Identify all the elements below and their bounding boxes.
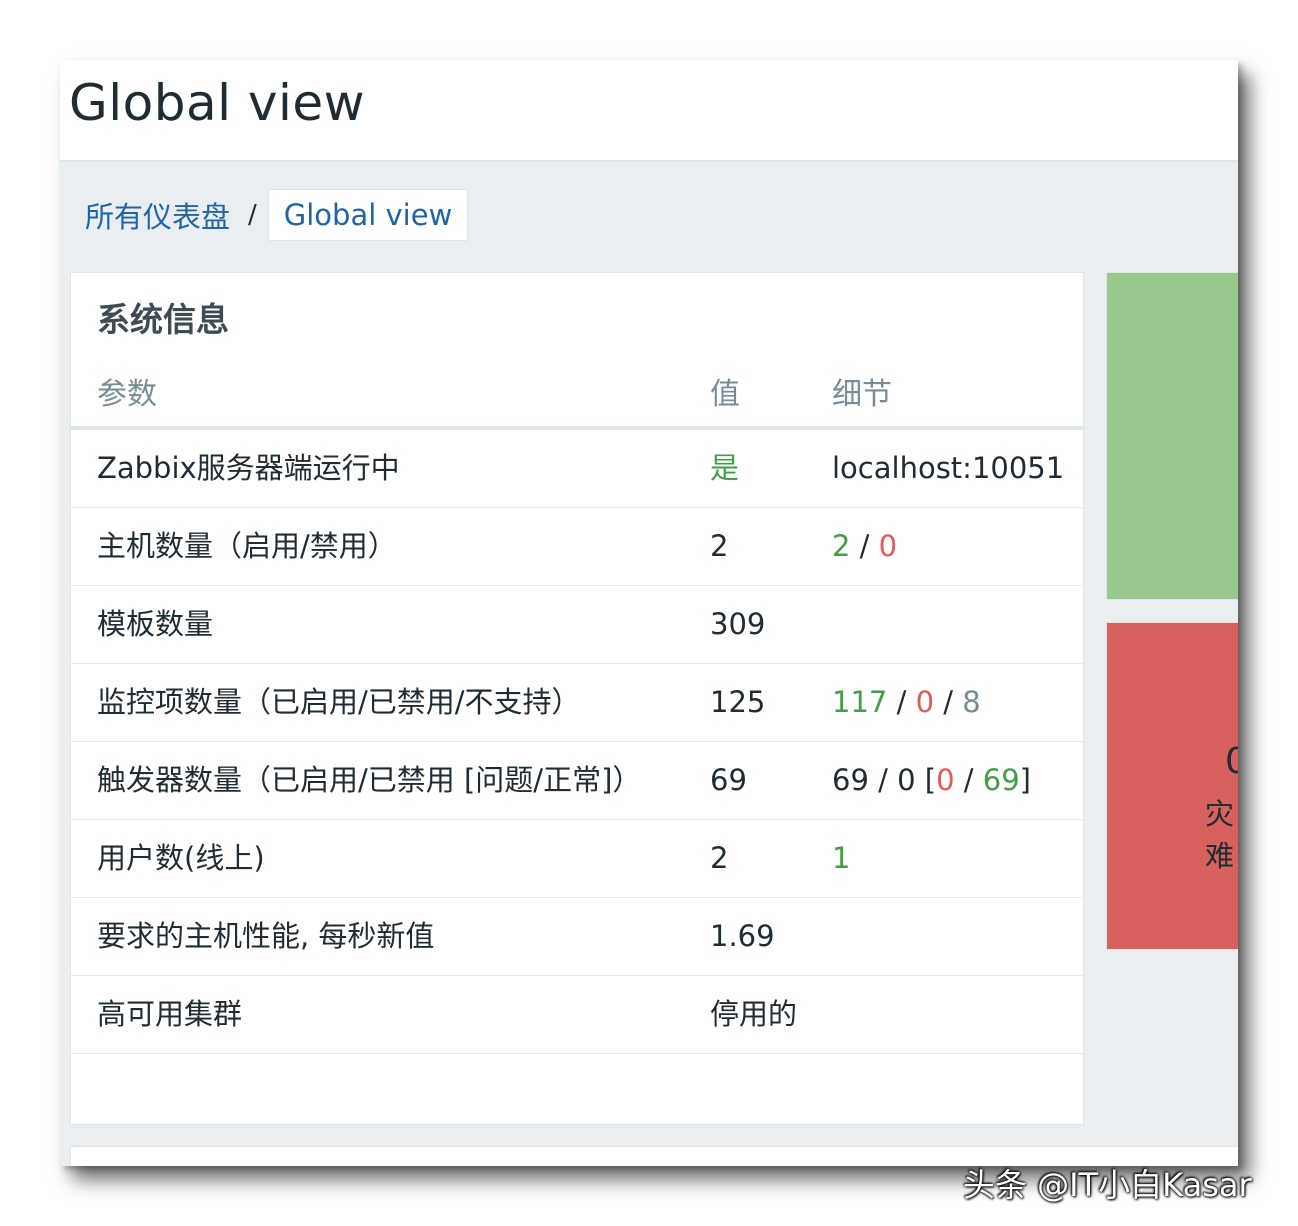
breadcrumb-separator: / bbox=[248, 200, 257, 230]
table-row-templates: 模板数量 309 bbox=[71, 586, 1083, 664]
items-enabled-count: 117 bbox=[832, 685, 888, 719]
watermark: 头条 @IT小白Kasar bbox=[963, 1166, 1252, 1204]
table-row-ha-cluster: 高可用集群 停用的 bbox=[71, 976, 1083, 1054]
table-row-items: 监控项数量（已启用/已禁用/不支持） 125 117 / 0 / 8 bbox=[71, 664, 1083, 742]
page-title: Global view bbox=[69, 74, 366, 132]
column-header-details: 细节 bbox=[832, 377, 892, 412]
widget-title: 系统信息 bbox=[97, 300, 229, 339]
value-cell: 309 bbox=[710, 607, 766, 641]
hosts-enabled-count: 2 bbox=[832, 529, 851, 563]
detail-separator: / bbox=[954, 763, 983, 797]
detail-separator: / bbox=[887, 685, 916, 719]
triggers-ok-count: 69 bbox=[982, 763, 1020, 797]
table-row-users: 用户数(线上) 2 1 bbox=[71, 820, 1083, 898]
table-row-triggers: 触发器数量（已启用/已禁用 [问题/正常]） 69 69 / 0 [0 / 69… bbox=[71, 742, 1083, 820]
detail-separator: / bbox=[850, 529, 879, 563]
value-cell: 2 bbox=[710, 841, 729, 875]
param-cell: 高可用集群 bbox=[97, 997, 243, 1031]
value-cell: 1.69 bbox=[710, 919, 775, 953]
breadcrumb-all-dashboards[interactable]: 所有仪表盘 bbox=[85, 194, 230, 236]
detail-cell: 1 bbox=[832, 841, 851, 875]
param-cell: Zabbix服务器端运行中 bbox=[97, 451, 400, 485]
column-header-parameter: 参数 bbox=[97, 377, 157, 412]
zabbix-dashboard-window: Global view 所有仪表盘 / Global view 系统信息 参数 … bbox=[60, 60, 1238, 1166]
detail-cell: 117 / 0 / 8 bbox=[832, 664, 981, 741]
breadcrumb: 所有仪表盘 / Global view bbox=[85, 188, 469, 242]
value-cell: 2 bbox=[710, 529, 729, 563]
page-header: Global view bbox=[60, 60, 1238, 162]
param-cell: 用户数(线上) bbox=[97, 841, 265, 875]
hosts-disabled-count: 0 bbox=[878, 529, 898, 563]
problem-severity-tile-ok[interactable] bbox=[1106, 272, 1238, 600]
param-cell: 模板数量 bbox=[97, 607, 214, 641]
column-header-value: 值 bbox=[710, 377, 740, 412]
value-cell: 69 bbox=[710, 763, 747, 797]
param-cell: 监控项数量（已启用/已禁用/不支持） bbox=[97, 685, 581, 719]
detail-cell: 69 / 0 [0 / 69] bbox=[832, 742, 1031, 819]
problem-severity-tile-disaster[interactable]: 0 灾难 bbox=[1106, 622, 1238, 950]
table-row-hosts: 主机数量（启用/禁用） 2 2 / 0 bbox=[71, 508, 1083, 586]
triggers-problem-count: 0 bbox=[936, 763, 955, 797]
value-cell: 125 bbox=[710, 685, 766, 719]
detail-cell: 2 / 0 bbox=[832, 508, 897, 585]
detail-cell: localhost:10051 bbox=[832, 451, 1065, 485]
param-cell: 主机数量（启用/禁用） bbox=[97, 529, 397, 563]
system-information-widget: 系统信息 参数 值 细节 Zabbix服务器端运行中 是 localhost:1… bbox=[70, 272, 1084, 1125]
breadcrumb-current-dashboard[interactable]: Global view bbox=[267, 189, 469, 241]
disaster-count: 0 bbox=[1225, 741, 1238, 782]
triggers-enabled-disabled: 69 / 0 [ bbox=[832, 763, 937, 797]
items-unsupported-count: 8 bbox=[962, 685, 981, 719]
detail-bracket: ] bbox=[1019, 763, 1031, 797]
items-disabled-count: 0 bbox=[915, 685, 935, 719]
table-row-server-running: Zabbix服务器端运行中 是 localhost:10051 bbox=[71, 430, 1083, 508]
table-row-performance: 要求的主机性能, 每秒新值 1.69 bbox=[71, 898, 1083, 976]
detail-separator: / bbox=[934, 685, 963, 719]
value-cell: 是 bbox=[710, 451, 740, 485]
disaster-label: 灾难 bbox=[1205, 797, 1235, 873]
param-cell: 触发器数量（已启用/已禁用 [问题/正常]） bbox=[97, 763, 642, 797]
value-cell: 停用的 bbox=[710, 997, 798, 1031]
param-cell: 要求的主机性能, 每秒新值 bbox=[97, 919, 435, 953]
